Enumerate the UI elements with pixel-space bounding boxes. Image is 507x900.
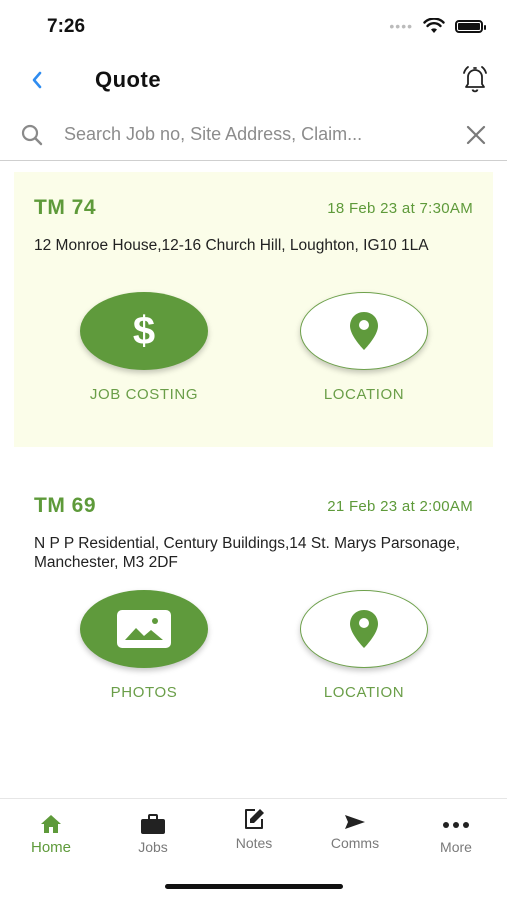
tab-label: More [440, 839, 472, 855]
header: Quote [0, 56, 507, 104]
location-pin-icon [350, 610, 378, 648]
job-costing-button[interactable]: $ JOB COSTING [64, 292, 224, 403]
page-title: Quote [95, 67, 162, 92]
wifi-icon [423, 18, 445, 33]
search-bar [0, 108, 507, 161]
signal-dots-icon: •••• [389, 18, 413, 34]
tab-comms[interactable]: Comms [315, 805, 395, 851]
photos-button[interactable]: PHOTOS [64, 590, 224, 701]
status-icons: •••• [389, 18, 486, 34]
job-address: N P P Residential, Century Buildings,14 … [34, 535, 460, 571]
location-circle[interactable] [300, 590, 428, 668]
location-button[interactable]: LOCATION [284, 292, 444, 403]
bell-ringing-icon [463, 66, 487, 93]
action-label: LOCATION [323, 684, 405, 701]
tab-label: Home [30, 839, 71, 856]
search-icon [21, 124, 43, 146]
chevron-left-icon [32, 71, 42, 89]
job-number: TM 74 [34, 196, 97, 219]
more-dots-icon [443, 822, 469, 828]
job-card[interactable]: TM 74 18 Feb 23 at 7:30AM 12 Monroe Hous… [14, 172, 493, 447]
status-time: 7:26 [47, 16, 86, 37]
location-pin-icon [350, 312, 378, 350]
search-input[interactable] [62, 118, 446, 150]
send-icon [345, 815, 365, 829]
edit-note-icon [245, 809, 264, 829]
tab-jobs[interactable]: Jobs [113, 809, 193, 855]
tab-more[interactable]: More [416, 807, 496, 855]
briefcase-icon [141, 814, 165, 834]
tab-label: Notes [235, 835, 273, 851]
photos-circle[interactable] [80, 590, 208, 668]
home-indicator [165, 884, 343, 889]
job-date: 21 Feb 23 at 2:00AM [327, 498, 473, 515]
job-number: TM 69 [34, 494, 97, 517]
dollar-icon: $ [132, 308, 156, 353]
photo-icon [117, 610, 171, 648]
location-circle[interactable] [300, 292, 428, 370]
tab-home[interactable]: Home [11, 809, 91, 856]
tab-label: Comms [330, 835, 380, 851]
home-icon [41, 815, 61, 833]
tab-label: Jobs [138, 839, 168, 855]
job-date: 18 Feb 23 at 7:30AM [327, 200, 473, 217]
back-button[interactable] [26, 66, 50, 94]
action-label: LOCATION [323, 386, 405, 403]
bottom-tab-bar: Home Jobs Notes Comms More [0, 798, 507, 869]
notifications-button[interactable] [457, 60, 493, 96]
job-card[interactable]: TM 69 21 Feb 23 at 2:00AM N P P Resident… [14, 470, 493, 745]
status-bar: 7:26 •••• [0, 0, 507, 54]
action-label: JOB COSTING [89, 386, 199, 403]
tab-notes[interactable]: Notes [214, 805, 294, 851]
job-address: 12 Monroe House,12-16 Church Hill, Lough… [34, 237, 429, 254]
clear-search-icon[interactable] [465, 124, 487, 146]
battery-icon [455, 19, 486, 33]
location-button[interactable]: LOCATION [284, 590, 444, 701]
job-costing-circle[interactable]: $ [80, 292, 208, 370]
action-label: PHOTOS [110, 684, 178, 701]
